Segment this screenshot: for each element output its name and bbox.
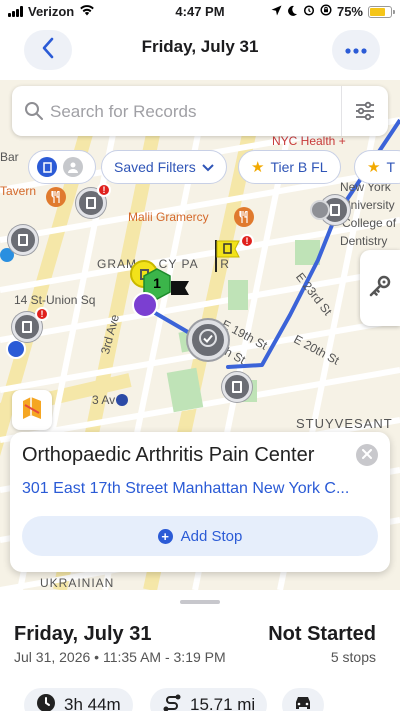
record-marker[interactable] (8, 225, 38, 255)
record-marker-faded[interactable] (310, 200, 330, 220)
finish-flag-icon (170, 280, 190, 296)
person-icon (63, 157, 83, 177)
chevron-down-icon (201, 159, 214, 175)
add-stop-button[interactable]: + Add Stop (22, 516, 378, 556)
map-label-ukrainian: UKRAINIAN (40, 576, 115, 590)
saved-filters-label: Saved Filters (114, 159, 196, 175)
partial-filter-chip[interactable]: ★ T (354, 150, 400, 184)
star-icon: ★ (367, 159, 381, 176)
record-type-chip[interactable] (28, 150, 96, 184)
search-bar[interactable]: Search for Records (12, 86, 388, 136)
more-button[interactable] (332, 30, 380, 70)
map-label-college-of: College of (342, 216, 397, 230)
saved-filters-chip[interactable]: Saved Filters (101, 150, 227, 184)
place-card[interactable]: Orthopaedic Arthritis Pain Center 301 Ea… (10, 432, 390, 572)
moon-icon (287, 4, 298, 19)
place-name: Orthopaedic Arthritis Pain Center (22, 444, 315, 466)
clock-icon (36, 693, 56, 711)
restaurant-icon[interactable] (46, 187, 66, 207)
battery-icon (368, 5, 395, 18)
map-label-union-sq: 14 St-Union Sq (14, 293, 96, 307)
search-input[interactable]: Search for Records (50, 102, 196, 122)
route-stop-count: 5 stops (330, 649, 376, 665)
key-icon (368, 274, 392, 303)
transit-station-icon[interactable] (6, 339, 26, 359)
distance-value: 15.71 mi (190, 695, 256, 711)
map-label-dentistry: Dentistry (340, 234, 388, 248)
ellipsis-icon (345, 41, 367, 59)
map-label-stuyvesant: STUYVESANT (296, 416, 393, 431)
route-sheet[interactable]: Friday, July 31 Jul 31, 2026 • 11:35 AM … (0, 590, 400, 711)
maps-app-button[interactable] (12, 390, 52, 430)
duration-pill[interactable]: 3h 44m (24, 688, 133, 711)
map-label-nyc-health: NYC Health + (272, 134, 346, 148)
map-label-3-av: 3 Av (92, 393, 116, 407)
restaurant-icon[interactable] (234, 207, 254, 227)
route-status: Not Started (268, 623, 376, 645)
sheet-handle[interactable] (180, 600, 220, 604)
record-marker[interactable]: ! (12, 307, 49, 342)
alarm-icon (303, 4, 315, 19)
vehicle-pill[interactable] (282, 688, 324, 711)
battery-percent: 75% (336, 4, 363, 19)
lock-rotation-icon (320, 4, 332, 19)
purple-record-marker[interactable] (132, 292, 158, 318)
location-arrow-icon (271, 4, 282, 19)
partial-filter-label: T (386, 159, 396, 175)
checkmark-icon (199, 328, 217, 352)
search-divider (341, 86, 342, 136)
filter-chips: Saved Filters ★ Tier B FL ★ T (0, 150, 400, 184)
car-icon (293, 694, 313, 711)
route-path-icon (162, 693, 182, 711)
close-button[interactable] (356, 444, 378, 466)
route-time-range: Jul 31, 2026 • 11:35 AM - 3:19 PM (14, 649, 226, 665)
record-marker[interactable]: ! (76, 183, 111, 218)
flag-marker[interactable]: ! (214, 234, 254, 272)
tier-filter-chip[interactable]: ★ Tier B FL (238, 150, 341, 184)
stop-number: 1 (153, 275, 161, 291)
tier-filter-label: Tier B FL (270, 159, 328, 175)
key-button[interactable] (360, 250, 400, 326)
status-bar: Verizon 4:47 PM 75% (0, 0, 400, 24)
route-date: Friday, July 31 (14, 623, 152, 645)
distance-pill[interactable]: 15.71 mi (150, 688, 268, 711)
subway-icon (116, 394, 128, 406)
building-icon (37, 157, 57, 177)
map-label-malii-gramercy: Malii Gramercy (128, 210, 209, 224)
close-icon (362, 446, 372, 464)
map-app-icon (21, 395, 43, 426)
star-icon: ★ (251, 159, 265, 176)
duration-value: 3h 44m (64, 695, 121, 711)
plus-circle-icon: + (157, 528, 173, 544)
search-icon (24, 101, 44, 126)
map-label-tavern: Tavern (0, 184, 37, 198)
selected-stop-marker[interactable] (188, 320, 228, 360)
place-address-link[interactable]: 301 East 17th Street Manhattan New York … (22, 480, 349, 498)
record-marker[interactable] (222, 372, 252, 402)
header: Friday, July 31 (0, 24, 400, 80)
add-stop-label: Add Stop (180, 527, 243, 545)
sliders-icon[interactable] (354, 101, 376, 126)
